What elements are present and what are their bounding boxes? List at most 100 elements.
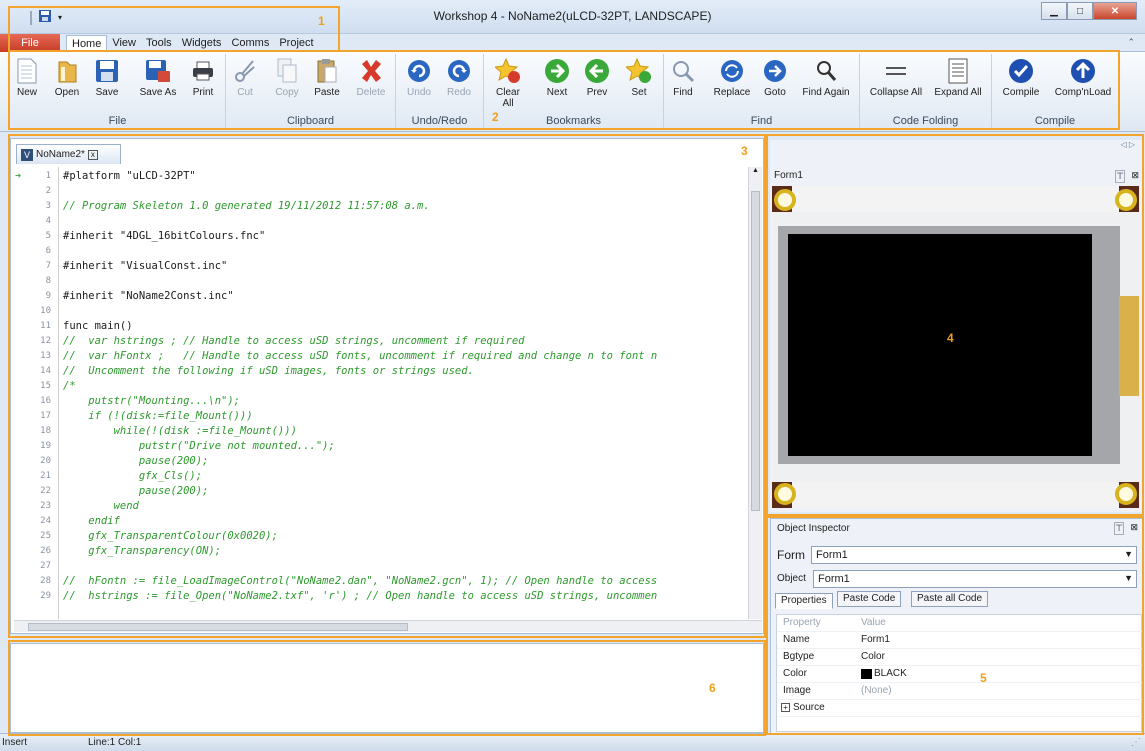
code-editor[interactable]: 1 ➜ #platform "uLCD-32PT" 2 3// Program Skel… <box>13 167 750 619</box>
delete-button[interactable]: Delete <box>354 58 388 98</box>
resize-grip-icon[interactable]: ⋰ <box>1131 737 1141 748</box>
object-select[interactable]: Form1 ▼ <box>813 570 1137 588</box>
scroll-thumb[interactable] <box>751 191 760 511</box>
property-row[interactable]: Name Form1 <box>777 632 1143 649</box>
minimize-button[interactable]: ▁ <box>1041 2 1067 20</box>
form-screen[interactable] <box>788 234 1092 456</box>
code-line[interactable]: 13 // var hFontx ; // Handle to access uS… <box>13 349 750 364</box>
paste-code-button[interactable]: Paste Code <box>837 591 902 607</box>
paste-all-code-button[interactable]: Paste all Code <box>911 591 989 607</box>
group-file-label: File <box>108 115 127 127</box>
scroll-up-icon[interactable]: ▲ <box>749 167 762 174</box>
line-number: 24 <box>40 516 51 526</box>
find-again-button[interactable]: Find Again <box>798 58 854 98</box>
scissors-icon <box>232 58 258 84</box>
code-line[interactable]: 26 gfx_Transparency(ON); <box>13 544 750 559</box>
copy-button[interactable]: Copy <box>272 58 302 98</box>
code-line[interactable]: 2 <box>13 184 750 199</box>
cut-button[interactable]: Cut <box>230 58 260 98</box>
tab-file[interactable]: File <box>0 34 60 52</box>
find-button[interactable]: Find <box>670 58 696 98</box>
printer-icon <box>190 58 216 84</box>
code-line[interactable]: 16 putstr("Mounting...\n"); <box>13 394 750 409</box>
code-line[interactable]: 4 <box>13 214 750 229</box>
code-line[interactable]: 5 #inherit "4DGL_16bitColours.fnc" <box>13 229 750 244</box>
hscroll-thumb[interactable] <box>28 623 408 631</box>
code-line[interactable]: 8 <box>13 274 750 289</box>
editor-horizontal-scrollbar[interactable] <box>14 620 762 632</box>
paste-button[interactable]: Paste <box>312 58 342 98</box>
save-button[interactable]: Save <box>92 58 122 98</box>
close-button[interactable]: ✕ <box>1093 2 1137 20</box>
replace-button[interactable]: Replace <box>710 58 754 98</box>
mount-hole-icon <box>1115 483 1137 505</box>
tab-comms[interactable]: Comms <box>226 35 274 53</box>
set-bookmark-button[interactable]: Set <box>624 58 654 98</box>
file-type-icon: V <box>21 148 33 161</box>
property-row[interactable]: + Source <box>777 700 1143 717</box>
code-line[interactable]: 3 // Program Skeleton 1.0 generated 19/11… <box>13 199 750 214</box>
collapse-all-button[interactable]: Collapse All <box>866 58 926 98</box>
code-line[interactable]: 24 endif <box>13 514 750 529</box>
tab-widgets[interactable]: Widgets <box>177 35 227 53</box>
goto-button[interactable]: Goto <box>760 58 790 98</box>
code-line[interactable]: 20 pause(200); <box>13 454 750 469</box>
annotation-label-6: 6 <box>709 681 716 695</box>
code-line[interactable]: 19 putstr("Drive not mounted..."); <box>13 439 750 454</box>
save-disk-icon <box>94 58 120 84</box>
form-select[interactable]: Form1 ▼ <box>811 546 1137 564</box>
code-line[interactable]: 1 ➜ #platform "uLCD-32PT" <box>13 169 750 184</box>
tab-home[interactable]: Home <box>66 35 108 53</box>
code-line[interactable]: 23 wend <box>13 499 750 514</box>
undo-button[interactable]: Undo <box>404 58 434 98</box>
open-button[interactable]: Open <box>52 58 82 98</box>
tab-properties[interactable]: Properties <box>775 593 833 609</box>
compile-load-button[interactable]: Comp'nLoad <box>1054 58 1112 98</box>
code-text: pause(200); <box>63 455 209 467</box>
property-row[interactable]: Color BLACK <box>777 666 1143 683</box>
code-line[interactable]: 7 #inherit "VisualConst.inc" <box>13 259 750 274</box>
code-line[interactable]: 6 <box>13 244 750 259</box>
editor-vertical-scrollbar[interactable]: ▲ <box>748 167 762 619</box>
tab-tools[interactable]: Tools <box>141 35 177 53</box>
code-line[interactable]: 27 <box>13 559 750 574</box>
maximize-button[interactable]: □ <box>1067 2 1093 20</box>
code-line[interactable]: 21 gfx_Cls(); <box>13 469 750 484</box>
code-line[interactable]: 25 gfx_TransparentColour(0x0020); <box>13 529 750 544</box>
expand-all-button[interactable]: Expand All <box>930 58 986 98</box>
expand-plus-icon[interactable]: + <box>781 703 790 712</box>
inspector-close-icon[interactable]: ⊠ <box>1130 522 1138 533</box>
property-row[interactable]: Bgtype Color <box>777 649 1143 666</box>
redo-button[interactable]: Redo <box>444 58 474 98</box>
print-button[interactable]: Print <box>188 58 218 98</box>
code-text: #inherit "VisualConst.inc" <box>63 260 228 272</box>
save-as-button[interactable]: Save As <box>138 58 178 98</box>
next-bookmark-button[interactable]: Next <box>542 58 572 98</box>
code-line[interactable]: 11 func main() <box>13 319 750 334</box>
code-line[interactable]: 22 pause(200); <box>13 484 750 499</box>
property-row[interactable]: Image (None) <box>777 683 1143 700</box>
new-button[interactable]: New <box>14 58 40 98</box>
compile-button[interactable]: Compile <box>998 58 1044 98</box>
form-panel-close-icon[interactable]: ⊠ <box>1131 170 1139 181</box>
ribbon-collapse-icon[interactable]: ⌃ <box>1127 37 1135 48</box>
close-tab-icon[interactable]: x <box>87 149 98 160</box>
inspector-pin-icon[interactable]: ⊤ <box>1114 522 1124 535</box>
code-line[interactable]: 17 if (!(disk:=file_Mount())) <box>13 409 750 424</box>
tab-view[interactable]: View <box>107 35 141 53</box>
tab-project[interactable]: Project <box>274 35 318 53</box>
code-line[interactable]: 29 // hstrings := file_Open("NoName2.txf"… <box>13 589 750 604</box>
code-line[interactable]: 12 // var hstrings ; // Handle to access … <box>13 334 750 349</box>
editor-tab[interactable]: V NoName2* x <box>16 144 121 164</box>
prev-bookmark-button[interactable]: Prev <box>582 58 612 98</box>
form-panel-pin-icon[interactable]: ⊤ <box>1115 170 1125 183</box>
code-line[interactable]: 18 while(!(disk :=file_Mount())) <box>13 424 750 439</box>
code-line[interactable]: 15 /* <box>13 379 750 394</box>
code-line[interactable]: 10 <box>13 304 750 319</box>
code-line[interactable]: 28 // hFontn := file_LoadImageControl("No… <box>13 574 750 589</box>
clear-all-bookmarks-button[interactable]: Clear All <box>490 58 526 109</box>
panel-arrows-icon[interactable]: ◁ ▷ <box>1120 140 1135 149</box>
code-line[interactable]: 9 #inherit "NoName2Const.inc" <box>13 289 750 304</box>
code-line[interactable]: 14 // Uncomment the following if uSD imag… <box>13 364 750 379</box>
group-find-label: Find <box>750 115 773 127</box>
